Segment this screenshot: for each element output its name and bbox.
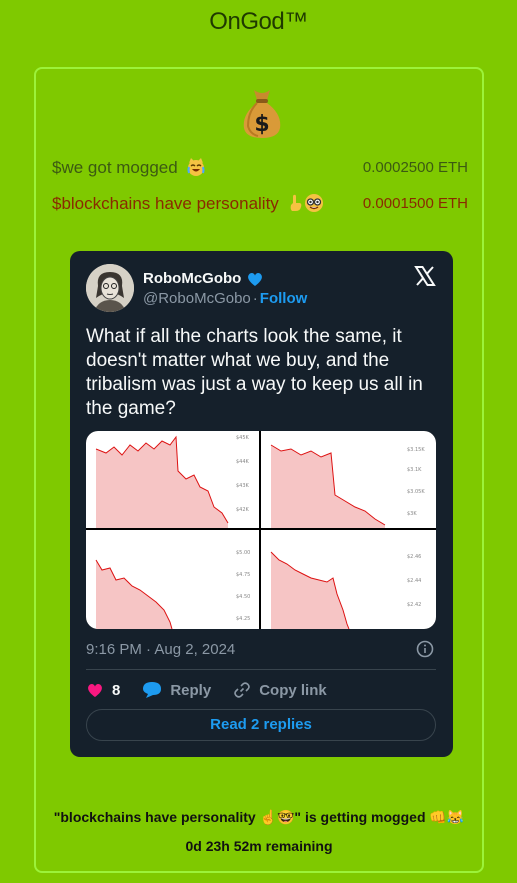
- token-price: 0.0002500 ETH: [362, 159, 468, 176]
- read-replies-button[interactable]: Read 2 replies: [86, 709, 436, 741]
- heart-icon: [88, 684, 102, 697]
- svg-text:$3.15K: $3.15K: [407, 447, 425, 453]
- token-name: $we got mogged: [52, 157, 206, 178]
- svg-text:$3K: $3K: [407, 511, 417, 517]
- divider: [86, 669, 436, 670]
- tweet-actions: 8 Reply Copy link: [86, 680, 349, 700]
- price-chart-image: $45K $44K $43K $42K: [86, 431, 259, 528]
- author-handle[interactable]: @RoboMcGobo: [143, 290, 251, 307]
- status-message: "blockchains have personality ☝️🤓" is ge…: [53, 809, 465, 825]
- like-count: 8: [112, 681, 121, 699]
- verified-heart-icon: [248, 273, 262, 286]
- reply-bubble-icon: [143, 682, 162, 698]
- svg-text:$: $: [254, 112, 269, 137]
- svg-text:$4.50: $4.50: [236, 594, 250, 600]
- tweet-media-grid[interactable]: $45K $44K $43K $42K $3.15K $3.1K $3.05K …: [86, 431, 436, 629]
- token-panel: $ $we got mogged 0.0002500 ETH $blockcha…: [34, 67, 484, 873]
- price-chart-image: $3.15K $3.1K $3.05K $3K: [261, 431, 436, 528]
- avatar[interactable]: [86, 264, 134, 312]
- svg-text:$4.75: $4.75: [236, 572, 250, 578]
- svg-text:$2.42: $2.42: [407, 602, 421, 608]
- svg-text:$3.1K: $3.1K: [407, 467, 422, 473]
- svg-text:$42K: $42K: [236, 507, 250, 513]
- svg-text:$5.00: $5.00: [236, 550, 250, 556]
- reply-button[interactable]: Reply: [142, 681, 211, 699]
- laughing-cat-emoji-icon: [187, 158, 205, 176]
- svg-text:$2.44: $2.44: [407, 578, 421, 584]
- token-row[interactable]: $we got mogged 0.0002500 ETH: [52, 157, 468, 178]
- info-icon[interactable]: [416, 640, 434, 658]
- link-icon: [234, 682, 250, 698]
- token-row[interactable]: $blockchains have personality 0.0001500 …: [52, 193, 468, 214]
- like-button[interactable]: 8: [86, 681, 120, 699]
- follow-link[interactable]: Follow: [260, 290, 308, 307]
- tweet-handle-line: @RoboMcGobo · Follow: [143, 290, 307, 307]
- handle-separator: ·: [252, 290, 258, 307]
- copy-link-button[interactable]: Copy link: [233, 681, 327, 699]
- copy-link-label: Copy link: [259, 681, 327, 699]
- svg-text:$4.25: $4.25: [236, 616, 250, 622]
- embedded-tweet[interactable]: RoboMcGobo @RoboMcGobo · Follow What if al…: [70, 251, 453, 757]
- svg-text:$45K: $45K: [236, 435, 250, 441]
- money-bag-icon: $: [243, 90, 281, 138]
- svg-text:$43K: $43K: [236, 483, 250, 489]
- price-chart-image: $2.46 $2.44 $2.42: [261, 530, 436, 629]
- token-name: $blockchains have personality: [52, 193, 324, 214]
- tweet-text: What if all the charts look the same, it…: [86, 326, 423, 419]
- avatar-image: [86, 264, 134, 312]
- svg-text:$3.05K: $3.05K: [407, 489, 425, 495]
- tweet-timestamp[interactable]: 9:16 PM · Aug 2, 2024: [86, 641, 235, 658]
- countdown-timer: 0d 23h 52m remaining: [185, 838, 333, 854]
- token-price: 0.0001500 ETH: [362, 195, 468, 212]
- author-name[interactable]: RoboMcGobo: [143, 270, 241, 287]
- svg-text:$44K: $44K: [236, 459, 250, 465]
- reply-label: Reply: [170, 681, 212, 699]
- svg-text:$2.46: $2.46: [407, 554, 421, 560]
- pointing-up-nerd-emoji-icon: [290, 194, 323, 212]
- price-chart-image: $5.00 $4.75 $4.50 $4.25: [86, 530, 259, 629]
- x-logo-icon[interactable]: [414, 265, 436, 287]
- app-title: OnGod™: [209, 8, 308, 35]
